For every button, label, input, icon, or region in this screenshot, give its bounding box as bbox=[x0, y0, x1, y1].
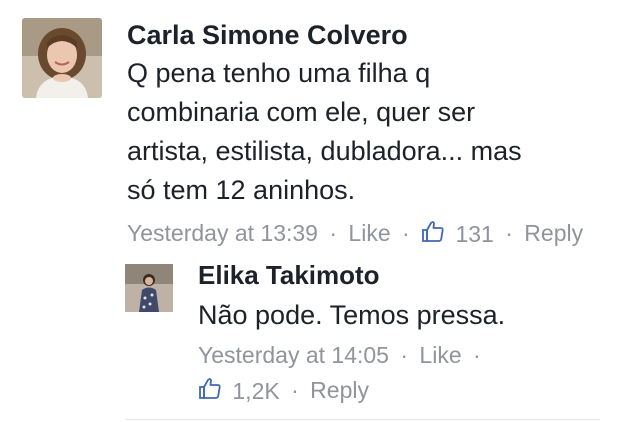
reply-like-count-group[interactable]: 1,2K bbox=[198, 373, 280, 407]
reply-author[interactable]: Elika Takimoto bbox=[198, 258, 598, 292]
separator: · bbox=[291, 376, 299, 403]
comment-like-count-group[interactable]: 131 bbox=[421, 216, 494, 250]
comment-text: Q pena tenho uma filha q combinaria com … bbox=[127, 58, 522, 205]
comment-meta: Yesterday at 13:39 · Like · 131 · Reply bbox=[127, 215, 612, 250]
comment-author[interactable]: Carla Simone Colvero bbox=[127, 18, 612, 52]
reply-text: Não pode. Temos pressa. bbox=[198, 300, 506, 330]
avatar-photo-icon bbox=[22, 18, 102, 98]
comment-timestamp[interactable]: Yesterday at 13:39 bbox=[127, 217, 318, 249]
separator: · bbox=[402, 219, 410, 246]
comment-like-count: 131 bbox=[455, 220, 494, 247]
avatar-carla[interactable] bbox=[22, 18, 102, 98]
thumbs-up-icon bbox=[199, 378, 221, 400]
reply-meta-line2: 1,2K · Reply bbox=[198, 372, 598, 407]
thumbs-up-icon bbox=[422, 221, 444, 242]
reply-meta-line1: Yesterday at 14:05 · Like · bbox=[198, 338, 598, 372]
comment-body: Carla Simone Colvero Q pena tenho uma fi… bbox=[127, 18, 612, 250]
avatar-elika[interactable] bbox=[125, 264, 173, 312]
separator: · bbox=[505, 219, 513, 246]
reply-like-link[interactable]: Like bbox=[419, 339, 461, 372]
divider bbox=[125, 419, 600, 420]
separator: · bbox=[473, 342, 481, 369]
comment-like-link[interactable]: Like bbox=[348, 217, 390, 249]
avatar-photo-icon bbox=[125, 264, 173, 312]
separator: · bbox=[329, 219, 338, 246]
separator: · bbox=[400, 342, 409, 369]
reply-body: Elika Takimoto Não pode. Temos pressa. Y… bbox=[198, 258, 598, 408]
reply-reply-link[interactable]: Reply bbox=[310, 374, 369, 407]
comment-reply-link[interactable]: Reply bbox=[524, 217, 583, 249]
reply-like-count: 1,2K bbox=[232, 377, 280, 404]
reply-timestamp[interactable]: Yesterday at 14:05 bbox=[198, 339, 389, 372]
